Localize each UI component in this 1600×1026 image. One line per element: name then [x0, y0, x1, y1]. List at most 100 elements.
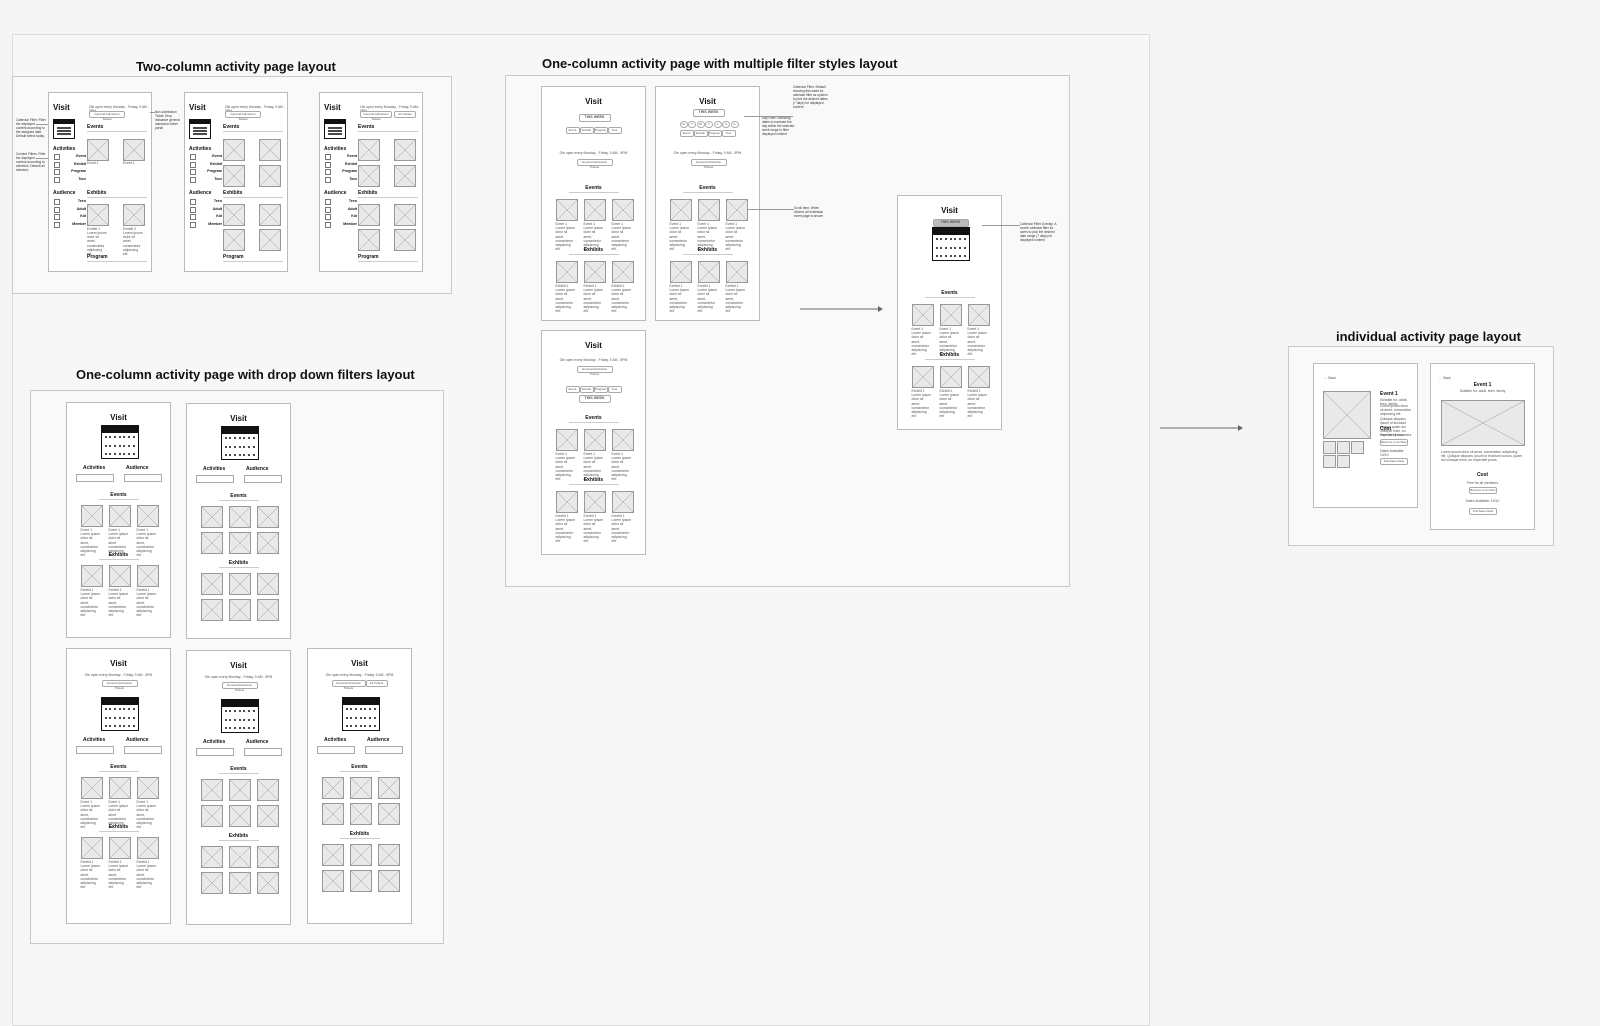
image-placeholder[interactable]	[697, 261, 720, 283]
tag-filter[interactable]: Exhibit	[579, 386, 594, 393]
thumbnail[interactable]	[1323, 441, 1336, 454]
image-placeholder[interactable]	[583, 199, 606, 221]
image-placeholder[interactable]	[256, 779, 279, 801]
calendar-icon[interactable]	[189, 119, 211, 139]
calendar-icon[interactable]	[931, 227, 970, 261]
checkbox[interactable]	[54, 161, 60, 168]
image-placeholder[interactable]	[358, 204, 380, 226]
image-placeholder[interactable]	[223, 204, 245, 226]
image-placeholder[interactable]	[321, 870, 344, 892]
purchase-button[interactable]: Purchase ticket	[1380, 458, 1408, 465]
thumbnail[interactable]	[1337, 441, 1350, 454]
image-placeholder[interactable]	[200, 779, 223, 801]
image-placeholder[interactable]	[555, 429, 578, 451]
image-placeholder[interactable]	[377, 844, 400, 866]
image-placeholder[interactable]	[200, 573, 223, 595]
activities-dropdown[interactable]	[317, 746, 355, 754]
calendar-icon[interactable]	[100, 697, 139, 731]
checkbox[interactable]	[325, 199, 331, 205]
activities-dropdown[interactable]	[76, 474, 114, 482]
image-placeholder[interactable]	[939, 304, 962, 326]
day-filter[interactable]: F	[713, 121, 722, 128]
checkbox[interactable]	[190, 169, 196, 175]
checkbox[interactable]	[54, 169, 60, 175]
back-link[interactable]: ← Back	[1439, 376, 1451, 380]
checkbox[interactable]	[190, 214, 196, 220]
tag-filter[interactable]: Event	[565, 386, 580, 393]
audience-dropdown[interactable]	[244, 748, 282, 756]
tag-filter[interactable]: Program	[593, 127, 608, 134]
image-placeholder[interactable]	[256, 599, 279, 621]
image-placeholder[interactable]	[349, 870, 372, 892]
image-placeholder[interactable]	[200, 532, 223, 554]
image-placeholder[interactable]	[394, 165, 416, 187]
checkbox[interactable]	[325, 161, 331, 168]
image-placeholder[interactable]	[967, 304, 990, 326]
image-placeholder[interactable]	[256, 872, 279, 894]
checkbox[interactable]	[325, 176, 331, 183]
checkbox[interactable]	[190, 206, 196, 213]
image-placeholder[interactable]	[377, 777, 400, 799]
image-placeholder[interactable]	[967, 366, 990, 388]
tag-filter[interactable]: Tour	[607, 386, 622, 393]
activities-dropdown[interactable]	[196, 475, 234, 483]
tag-filter[interactable]: Program	[593, 386, 608, 393]
this-week-button[interactable]: THIS WEEK	[692, 109, 725, 117]
audience-dropdown[interactable]	[365, 746, 403, 754]
checkbox[interactable]	[190, 161, 196, 168]
image-placeholder[interactable]	[321, 803, 344, 825]
day-filter[interactable]: W	[696, 121, 705, 128]
image-placeholder[interactable]	[228, 846, 251, 868]
image-placeholder[interactable]	[228, 599, 251, 621]
audience-dropdown[interactable]	[124, 474, 162, 482]
image-placeholder[interactable]	[555, 491, 578, 513]
checkbox[interactable]	[190, 176, 196, 183]
day-filter[interactable]: S	[730, 121, 739, 128]
checkbox[interactable]	[190, 154, 196, 160]
image-placeholder[interactable]	[108, 777, 131, 799]
image-placeholder[interactable]	[394, 229, 416, 251]
image-placeholder[interactable]	[200, 846, 223, 868]
image-placeholder[interactable]	[108, 505, 131, 527]
calendar-icon[interactable]	[220, 426, 259, 460]
image-placeholder[interactable]	[611, 261, 634, 283]
image-placeholder[interactable]	[611, 491, 634, 513]
image-placeholder[interactable]	[136, 777, 159, 799]
image-placeholder[interactable]	[200, 805, 223, 827]
tag-filter[interactable]: Tour	[721, 130, 736, 137]
image-placeholder[interactable]	[697, 199, 720, 221]
image-placeholder[interactable]	[80, 837, 103, 859]
image-placeholder[interactable]	[256, 532, 279, 554]
calendar-icon[interactable]	[324, 119, 346, 139]
checkbox[interactable]	[325, 154, 331, 160]
image-placeholder[interactable]	[583, 491, 606, 513]
thumbnail[interactable]	[1323, 455, 1336, 468]
checkbox[interactable]	[190, 199, 196, 205]
checkbox[interactable]	[325, 214, 331, 220]
image-placeholder[interactable]	[939, 366, 962, 388]
day-filter[interactable]: T	[688, 121, 696, 128]
admission-button[interactable]: General Admission Tickets	[89, 111, 125, 121]
this-week-button[interactable]: THIS WEEK	[578, 114, 611, 122]
tag-filter[interactable]: Tour	[607, 127, 622, 134]
checkbox[interactable]	[54, 221, 60, 228]
audience-dropdown[interactable]	[124, 746, 162, 754]
checkbox[interactable]	[325, 221, 331, 228]
thumbnail[interactable]	[1337, 455, 1350, 468]
calendar-icon[interactable]	[53, 119, 75, 139]
purchase-button[interactable]: Purchase ticket	[1469, 508, 1497, 515]
become-member-button[interactable]: Become a member	[1469, 487, 1497, 494]
this-week-button[interactable]: THIS WEEK	[578, 395, 611, 403]
image-placeholder[interactable]	[228, 573, 251, 595]
image-placeholder[interactable]	[228, 506, 251, 528]
image-placeholder[interactable]	[358, 139, 380, 161]
image-placeholder[interactable]	[321, 777, 344, 799]
image-placeholder[interactable]	[223, 229, 245, 251]
admission-button[interactable]: General Admission Tickets	[576, 159, 613, 169]
this-week-button[interactable]: THIS WEEK	[932, 219, 969, 227]
admission-button[interactable]: General Admission Tickets	[101, 680, 138, 690]
checkbox[interactable]	[54, 176, 60, 183]
admission-button[interactable]: General Admission Tickets	[360, 111, 392, 121]
admission-button[interactable]: General Admission Tickets	[225, 111, 261, 121]
activities-dropdown[interactable]	[76, 746, 114, 754]
